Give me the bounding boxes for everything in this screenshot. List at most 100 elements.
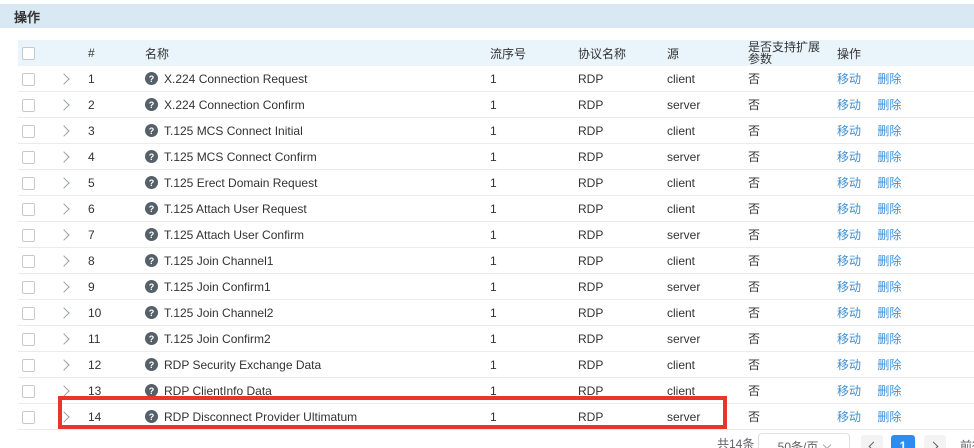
row-source: server [663, 410, 744, 424]
delete-link[interactable]: 删除 [877, 202, 901, 216]
row-stream-seq: 1 [486, 332, 574, 346]
pagination-total: 共14条 [717, 435, 754, 448]
row-checkbox[interactable] [22, 385, 35, 398]
expand-chevron-icon[interactable] [58, 307, 69, 318]
row-number: 7 [84, 228, 139, 242]
delete-link[interactable]: 删除 [877, 358, 901, 372]
current-page-button[interactable]: 1 [891, 435, 915, 448]
delete-link[interactable]: 删除 [877, 72, 901, 86]
row-protocol: RDP [574, 332, 663, 346]
prev-page-button[interactable] [861, 435, 883, 448]
move-link[interactable]: 移动 [837, 358, 861, 372]
expand-chevron-icon[interactable] [58, 177, 69, 188]
expand-chevron-icon[interactable] [58, 333, 69, 344]
row-protocol: RDP [574, 306, 663, 320]
delete-link[interactable]: 删除 [877, 176, 901, 190]
chevron-right-icon [929, 441, 939, 448]
expand-chevron-icon[interactable] [58, 281, 69, 292]
row-ext-param: 否 [744, 70, 833, 87]
table-header-row: # 名称 流序号 协议名称 源 是否支持扩展参数 操作 [18, 40, 974, 66]
row-name: T.125 Attach User Confirm [164, 228, 304, 242]
column-header-source: 源 [663, 45, 744, 62]
row-checkbox[interactable] [22, 99, 35, 112]
move-link[interactable]: 移动 [837, 72, 861, 86]
pagination-bar: 共14条 50条/页 1 前往 [0, 433, 974, 448]
row-checkbox[interactable] [22, 359, 35, 372]
row-ext-param: 否 [744, 408, 833, 425]
page-size-select[interactable]: 50条/页 [758, 433, 850, 448]
expand-chevron-icon[interactable] [58, 99, 69, 110]
move-link[interactable]: 移动 [837, 254, 861, 268]
delete-link[interactable]: 删除 [877, 124, 901, 138]
row-checkbox[interactable] [22, 255, 35, 268]
expand-chevron-icon[interactable] [58, 385, 69, 396]
move-link[interactable]: 移动 [837, 124, 861, 138]
move-link[interactable]: 移动 [837, 176, 861, 190]
page-size-value: 50条/页 [778, 438, 819, 448]
row-checkbox[interactable] [22, 177, 35, 190]
row-checkbox[interactable] [22, 73, 35, 86]
move-link[interactable]: 移动 [837, 98, 861, 112]
row-name: T.125 Join Channel2 [164, 306, 273, 320]
expand-chevron-icon[interactable] [58, 151, 69, 162]
move-link[interactable]: 移动 [837, 332, 861, 346]
column-header-ops: 操作 [833, 45, 974, 62]
section-title-bar: 操作 [0, 4, 974, 28]
expand-chevron-icon[interactable] [58, 125, 69, 136]
row-stream-seq: 1 [486, 280, 574, 294]
row-protocol: RDP [574, 202, 663, 216]
expand-chevron-icon[interactable] [58, 359, 69, 370]
row-stream-seq: 1 [486, 358, 574, 372]
move-link[interactable]: 移动 [837, 202, 861, 216]
next-page-button[interactable] [924, 435, 946, 448]
move-link[interactable]: 移动 [837, 384, 861, 398]
row-stream-seq: 1 [486, 306, 574, 320]
expand-chevron-icon[interactable] [58, 255, 69, 266]
expand-chevron-icon[interactable] [58, 229, 69, 240]
row-stream-seq: 1 [486, 176, 574, 190]
row-checkbox[interactable] [22, 333, 35, 346]
move-link[interactable]: 移动 [837, 280, 861, 294]
help-icon: ? [145, 72, 158, 85]
delete-link[interactable]: 删除 [877, 150, 901, 164]
row-name: T.125 MCS Connect Confirm [164, 150, 317, 164]
row-number: 9 [84, 280, 139, 294]
move-link[interactable]: 移动 [837, 306, 861, 320]
help-icon: ? [145, 228, 158, 241]
row-source: client [663, 176, 744, 190]
row-checkbox[interactable] [22, 307, 35, 320]
row-stream-seq: 1 [486, 410, 574, 424]
help-icon: ? [145, 358, 158, 371]
delete-link[interactable]: 删除 [877, 98, 901, 112]
expand-chevron-icon[interactable] [58, 73, 69, 84]
row-checkbox[interactable] [22, 125, 35, 138]
delete-link[interactable]: 删除 [877, 228, 901, 242]
row-stream-seq: 1 [486, 98, 574, 112]
expand-chevron-icon[interactable] [58, 411, 69, 422]
expand-chevron-icon[interactable] [58, 203, 69, 214]
move-link[interactable]: 移动 [837, 410, 861, 424]
row-checkbox[interactable] [22, 151, 35, 164]
row-protocol: RDP [574, 98, 663, 112]
row-name: T.125 MCS Connect Initial [164, 124, 303, 138]
delete-link[interactable]: 删除 [877, 306, 901, 320]
row-checkbox[interactable] [22, 411, 35, 424]
move-link[interactable]: 移动 [837, 150, 861, 164]
delete-link[interactable]: 删除 [877, 410, 901, 424]
row-protocol: RDP [574, 358, 663, 372]
delete-link[interactable]: 删除 [877, 332, 901, 346]
row-source: client [663, 306, 744, 320]
row-checkbox[interactable] [22, 203, 35, 216]
row-ext-param: 否 [744, 200, 833, 217]
row-stream-seq: 1 [486, 254, 574, 268]
row-checkbox[interactable] [22, 229, 35, 242]
move-link[interactable]: 移动 [837, 228, 861, 242]
row-protocol: RDP [574, 228, 663, 242]
row-checkbox[interactable] [22, 281, 35, 294]
select-all-checkbox[interactable] [22, 47, 35, 60]
delete-link[interactable]: 删除 [877, 254, 901, 268]
row-stream-seq: 1 [486, 202, 574, 216]
delete-link[interactable]: 删除 [877, 384, 901, 398]
delete-link[interactable]: 删除 [877, 280, 901, 294]
table-row: 12 ? RDP Security Exchange Data 1 RDP cl… [18, 352, 974, 378]
